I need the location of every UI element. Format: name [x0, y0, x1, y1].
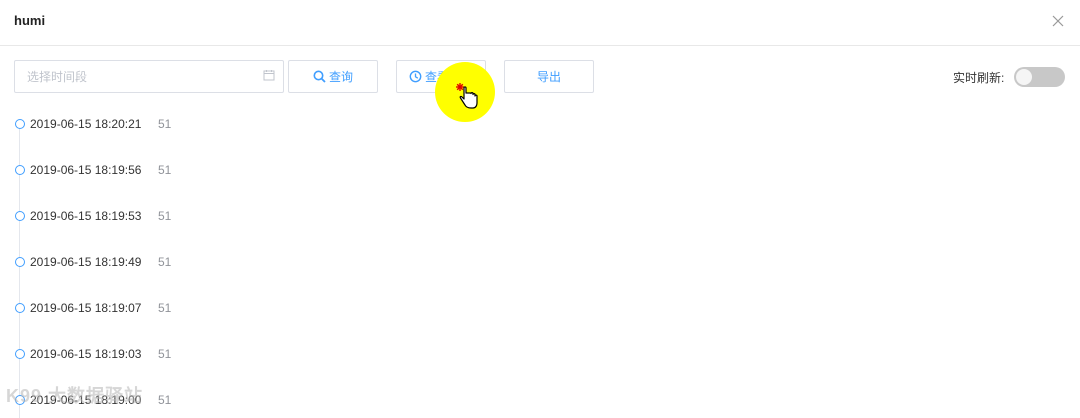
query-button[interactable]: 查询	[288, 60, 378, 93]
realtime-refresh-toggle[interactable]	[1014, 67, 1065, 87]
toggle-knob	[1016, 69, 1032, 85]
timeline-item: 2019-06-15 18:19:56 51	[0, 160, 400, 180]
timeline-time: 2019-06-15 18:19:03	[30, 347, 142, 361]
timeline-value: 51	[158, 209, 172, 223]
timeline-value: 51	[158, 255, 172, 269]
timeline-item: 2019-06-15 18:19:07 51	[0, 298, 400, 318]
timeline-time: 2019-06-15 18:19:53	[30, 209, 142, 223]
timeline-item: 2019-06-15 18:19:53 51	[0, 206, 400, 226]
date-range-input[interactable]	[15, 61, 255, 92]
export-button-label: 导出	[536, 70, 561, 84]
timeline-dot	[15, 349, 25, 359]
timeline-time: 2019-06-15 18:19:56	[30, 163, 142, 177]
hand-pointer-icon	[456, 83, 478, 109]
timeline-item: 2019-06-15 18:20:21 51	[0, 114, 400, 134]
timeline: 2019-06-15 18:20:21 51 2019-06-15 18:19:…	[0, 102, 600, 418]
watermark: K99 大数据驿站	[6, 386, 144, 406]
dialog-header: humi	[0, 0, 1080, 46]
timeline-dot	[15, 119, 25, 129]
timeline-time: 2019-06-15 18:19:49	[30, 255, 142, 269]
timeline-time: 2019-06-15 18:20:21	[30, 117, 142, 131]
toolbar: 查询 查看最新 导出 实时刷新:	[0, 60, 1080, 94]
timeline-value: 51	[158, 393, 172, 407]
close-button[interactable]	[1050, 13, 1066, 29]
query-button-label: 查询	[328, 70, 353, 84]
timeline-value: 51	[158, 163, 172, 177]
timeline-dot	[15, 257, 25, 267]
search-icon	[313, 70, 326, 83]
timeline-dot	[15, 211, 25, 221]
realtime-refresh-label: 实时刷新:	[953, 71, 1005, 85]
timeline-value: 51	[158, 117, 172, 131]
timeline-dot	[15, 303, 25, 313]
timeline-item: 2019-06-15 18:19:49 51	[0, 252, 400, 272]
timeline-time: 2019-06-15 18:19:07	[30, 301, 142, 315]
timeline-value: 51	[158, 347, 172, 361]
timeline-item: 2019-06-15 18:19:03 51	[0, 344, 400, 364]
timeline-dot	[15, 165, 25, 175]
dialog-title: humi	[14, 13, 46, 28]
calendar-icon	[263, 70, 275, 81]
timeline-value: 51	[158, 301, 172, 315]
close-icon	[1052, 15, 1064, 27]
clock-icon	[409, 70, 422, 83]
export-button[interactable]: 导出	[504, 60, 594, 93]
date-range-picker[interactable]	[14, 60, 284, 93]
